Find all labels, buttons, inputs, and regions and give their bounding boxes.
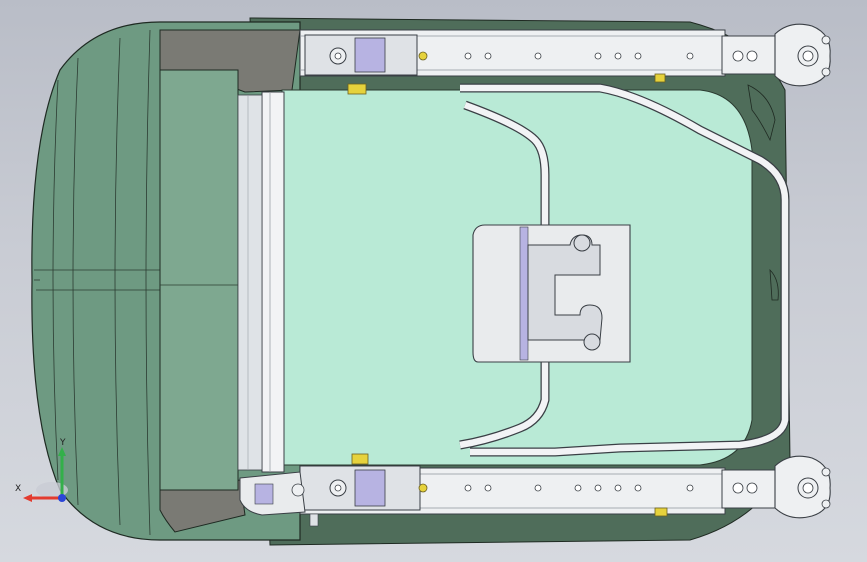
triad-graphic — [23, 447, 68, 502]
front-cross-tube[interactable] — [237, 91, 285, 473]
coordinate-triad: X Y — [12, 438, 72, 508]
seat-assembly-model[interactable] — [0, 0, 867, 562]
cad-3d-viewport[interactable]: X Y — [0, 0, 867, 562]
z-axis-dot — [58, 494, 66, 502]
center-mounting-bracket[interactable] — [472, 224, 631, 363]
cushion-inner-panel — [159, 69, 239, 491]
y-axis-label: Y — [60, 438, 66, 448]
x-axis-label: X — [15, 484, 22, 494]
